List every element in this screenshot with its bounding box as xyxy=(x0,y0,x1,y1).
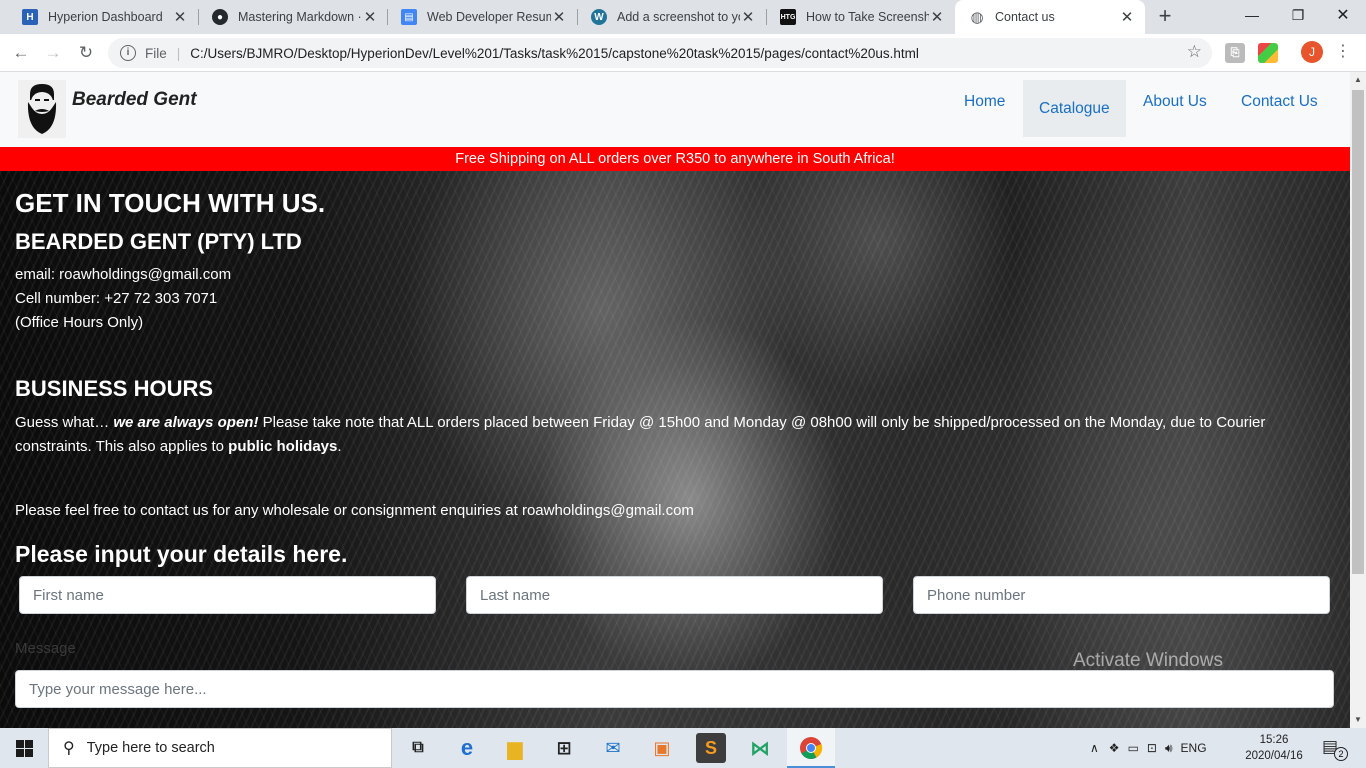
close-icon[interactable]: ✕ xyxy=(362,8,378,26)
browser-toolbar: ← → ↻ i File | C:/Users/BJMRO/Desktop/Hy… xyxy=(0,34,1366,72)
page-viewport: Bearded Gent Home Catalogue About Us Con… xyxy=(0,72,1350,728)
new-tab-button[interactable]: + xyxy=(1153,4,1177,28)
visual-studio-code-icon[interactable]: ⋈ xyxy=(745,733,775,763)
file-explorer-icon[interactable]: ▆ xyxy=(500,733,530,763)
first-name-input[interactable] xyxy=(19,576,436,614)
clock-date: 2020/04/16 xyxy=(1245,750,1303,762)
dropbox-icon[interactable]: ❖ xyxy=(1109,741,1120,755)
network-icon[interactable]: ⊡ xyxy=(1147,741,1157,755)
phone-number-input[interactable] xyxy=(913,576,1330,614)
windows-taskbar: ⚲ Type here to search ⧉ e ▆ ⊞ ✉ ▣ S ⋈ ∧ … xyxy=(0,728,1366,768)
bh-emphasis: we are always open! xyxy=(113,414,259,431)
free-shipping-banner: Free Shipping on ALL orders over R350 to… xyxy=(0,147,1350,171)
bh-text-start: Guess what… xyxy=(15,414,114,431)
browser-menu-icon[interactable]: ⋮ xyxy=(1335,42,1351,62)
reload-button[interactable]: ↻ xyxy=(73,40,99,66)
show-hidden-icons-icon[interactable]: ∧ xyxy=(1090,741,1099,755)
tab-contact-us[interactable]: ◍ Contact us ✕ xyxy=(955,0,1145,34)
wordpress-icon: W xyxy=(591,9,607,25)
profile-avatar[interactable]: J xyxy=(1301,41,1323,63)
task-view-icon[interactable]: ⧉ xyxy=(403,733,433,763)
htg-icon: HTG xyxy=(780,9,796,25)
office-hours-note: (Office Hours Only) xyxy=(15,314,144,331)
windows-logo-icon xyxy=(15,739,33,757)
contact-hero-section: GET IN TOUCH WITH US. BEARDED GENT (PTY)… xyxy=(0,171,1350,728)
mail-icon[interactable]: ✉ xyxy=(598,733,628,763)
brand-name[interactable]: Bearded Gent xyxy=(72,89,197,111)
site-navbar: Bearded Gent Home Catalogue About Us Con… xyxy=(0,72,1350,147)
nav-about-us[interactable]: About Us xyxy=(1127,72,1223,137)
contact-heading: GET IN TOUCH WITH US. xyxy=(15,188,326,218)
nav-catalogue[interactable]: Catalogue xyxy=(1023,80,1126,137)
language-indicator[interactable]: ENG xyxy=(1181,741,1207,755)
github-icon: ● xyxy=(212,9,228,25)
contact-email: email: roawholdings@gmail.com xyxy=(15,266,232,283)
last-name-input[interactable] xyxy=(466,576,883,614)
color-extension-icon[interactable] xyxy=(1258,43,1278,63)
chrome-logo-icon xyxy=(800,737,823,759)
activate-windows-watermark: Activate Windows Go to Settings to activ… xyxy=(1073,650,1294,691)
close-window-button[interactable]: ✕ xyxy=(1320,0,1366,30)
store-icon[interactable]: ⊞ xyxy=(549,733,579,763)
taskbar-search[interactable]: ⚲ Type here to search xyxy=(48,728,392,768)
page-scrollbar[interactable]: ▲ ▼ xyxy=(1350,72,1366,728)
globe-icon: ◍ xyxy=(970,9,984,26)
taskbar-search-placeholder: Type here to search xyxy=(86,740,215,756)
tab-mastering-markdown[interactable]: ● Mastering Markdown · G ✕ xyxy=(198,0,388,34)
company-name: BEARDED GENT (PTY) LTD xyxy=(15,229,302,254)
nav-home[interactable]: Home xyxy=(948,72,1021,137)
start-button[interactable] xyxy=(0,728,48,768)
notification-count-badge: 2 xyxy=(1334,747,1348,761)
address-divider: | xyxy=(176,45,181,61)
scroll-down-arrow-icon[interactable]: ▼ xyxy=(1350,712,1366,728)
close-icon[interactable]: ✕ xyxy=(551,8,567,26)
scroll-up-arrow-icon[interactable]: ▲ xyxy=(1350,72,1366,88)
close-icon[interactable]: ✕ xyxy=(929,8,945,26)
restore-button[interactable]: ❐ xyxy=(1275,0,1321,30)
activate-windows-title: Activate Windows xyxy=(1073,650,1223,671)
clock-time: 15:26 xyxy=(1259,734,1289,746)
business-hours-heading: BUSINESS HOURS xyxy=(15,376,214,401)
chrome-icon[interactable] xyxy=(796,733,826,763)
contact-cell: Cell number: +27 72 303 7071 xyxy=(15,290,218,307)
taskbar-clock[interactable]: 15:26 2020/04/16 xyxy=(1235,732,1313,764)
tab-how-to-take-screenshot[interactable]: HTG How to Take Screensho ✕ xyxy=(766,0,955,34)
close-icon[interactable]: ✕ xyxy=(740,8,756,26)
scrollbar-thumb[interactable] xyxy=(1352,90,1364,574)
search-icon: ⚲ xyxy=(63,740,75,757)
pdf-extension-icon[interactable]: ⎘ xyxy=(1225,43,1245,63)
back-button[interactable]: ← xyxy=(8,40,34,66)
tab-hyperion-dashboard[interactable]: H Hyperion Dashboard ✕ xyxy=(8,0,198,34)
close-icon[interactable]: ✕ xyxy=(172,8,188,26)
media-player-icon[interactable]: ▣ xyxy=(647,733,677,763)
form-heading: Please input your details here. xyxy=(15,541,348,567)
message-label: Message xyxy=(15,640,76,657)
volume-icon[interactable]: 🔊︎ xyxy=(1165,741,1173,756)
wholesale-enquiry-text: Please feel free to contact us for any w… xyxy=(15,502,694,519)
bearded-man-logo-icon[interactable] xyxy=(18,80,66,138)
activate-windows-subtitle: Go to Settings to activate Windows. xyxy=(1073,675,1294,691)
info-icon[interactable]: i xyxy=(120,45,136,61)
system-tray: ∧ ❖ ▭ ⊡ 🔊︎ ENG xyxy=(1090,728,1207,768)
bh-text-end: . xyxy=(337,438,342,455)
browser-tab-strip: H Hyperion Dashboard ✕ ● Mastering Markd… xyxy=(0,0,1366,34)
hyperion-icon: H xyxy=(22,9,38,25)
sublime-text-icon[interactable]: S xyxy=(696,733,726,763)
url-text[interactable]: C:/Users/BJMRO/Desktop/HyperionDev/Level… xyxy=(190,46,919,61)
bookmark-star-icon[interactable]: ☆ xyxy=(1187,42,1202,62)
forward-button[interactable]: → xyxy=(40,40,66,66)
business-hours-text: Guess what… we are always open! Please t… xyxy=(15,411,1337,459)
tab-web-developer-resume[interactable]: ▤ Web Developer Resume ✕ xyxy=(387,0,577,34)
close-icon[interactable]: ✕ xyxy=(1119,8,1135,26)
tab-add-screenshot[interactable]: W Add a screenshot to you ✕ xyxy=(577,0,766,34)
edge-icon[interactable]: e xyxy=(452,733,482,763)
docs-icon: ▤ xyxy=(401,9,417,25)
minimize-button[interactable]: — xyxy=(1229,0,1275,30)
bh-strong: public holidays xyxy=(228,438,338,455)
address-bar[interactable]: i File | C:/Users/BJMRO/Desktop/Hyperion… xyxy=(108,38,1212,68)
nav-contact-us[interactable]: Contact Us xyxy=(1225,72,1334,137)
battery-icon[interactable]: ▭ xyxy=(1128,741,1139,755)
